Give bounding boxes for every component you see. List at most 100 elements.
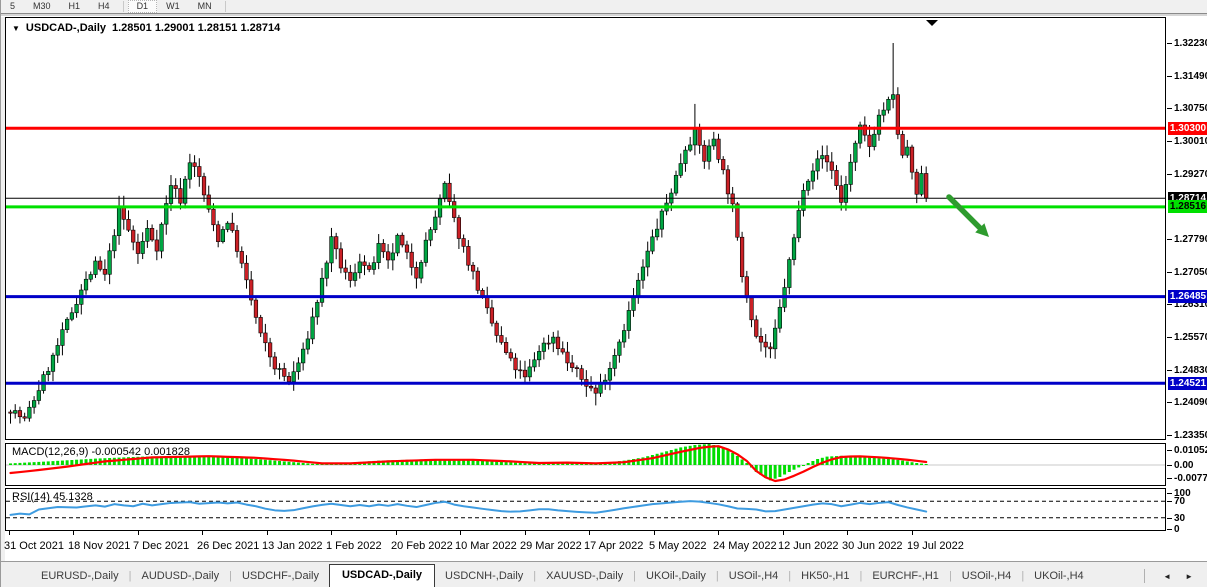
macd-histogram-bar (490, 461, 493, 465)
tab-xauusd-daily[interactable]: XAUUSD-,Daily (536, 566, 633, 587)
candle-body (537, 351, 541, 359)
timeframe-button-5[interactable]: 5 (1, 0, 24, 13)
price-tick (1167, 43, 1172, 44)
candle-body (566, 352, 570, 363)
macd-histogram-bar (28, 462, 31, 465)
symbol-dropdown-icon[interactable]: ▼ (12, 24, 20, 33)
main-chart-panel[interactable]: ▼ USDCAD-,Daily 1.28501 1.29001 1.28151 … (5, 17, 1166, 440)
tab-usdchf-daily[interactable]: USDCHF-,Daily (232, 566, 329, 587)
candle-body (495, 323, 499, 335)
tab-usoil-h4[interactable]: USOil-,H4 (952, 566, 1022, 587)
tab-usdcnh-daily[interactable]: USDCNH-,Daily (435, 566, 533, 587)
candle-body (367, 266, 371, 270)
date-axis[interactable]: 31 Oct 202118 Nov 20217 Dec 202126 Dec 2… (5, 531, 1166, 561)
macd-histogram-bar (250, 459, 253, 465)
candle-body (707, 146, 711, 161)
macd-histogram-bar (797, 465, 800, 467)
rsi-axis-label: 30 (1174, 513, 1185, 524)
candle-body (264, 333, 268, 343)
rsi-indicator-panel[interactable]: RSI(14) 45.1328 (5, 488, 1166, 531)
tab-ukoil-daily[interactable]: UKOil-,Daily (636, 566, 716, 587)
macd-indicator-panel[interactable]: MACD(12,26,9) -0.000542 0.001828 (5, 443, 1166, 486)
candle-body (400, 235, 404, 245)
tab-hk50-h1[interactable]: HK50-,H1 (791, 566, 859, 587)
tab-ukoil-h4[interactable]: UKOil-,H4 (1024, 566, 1094, 587)
price-tick-label: 1.32230 (1174, 38, 1207, 49)
timeframe-button-h1[interactable]: H1 (60, 0, 90, 13)
timeframe-button-mn[interactable]: MN (189, 0, 221, 13)
macd-histogram-bar (264, 460, 267, 465)
macd-histogram-bar (254, 459, 257, 465)
tab-eurchf-h1[interactable]: EURCHF-,H1 (862, 566, 949, 587)
tab-eurusd-daily[interactable]: EURUSD-,Daily (31, 566, 129, 587)
macd-histogram-bar (717, 446, 720, 465)
candle-body (688, 145, 692, 150)
tab-usoil-h4[interactable]: USOil-,H4 (719, 566, 789, 587)
macd-histogram-bar (217, 457, 220, 465)
candle-body (117, 206, 121, 236)
price-tick (1167, 402, 1172, 403)
price-tick (1167, 272, 1172, 273)
macd-histogram-bar (245, 458, 248, 465)
timeframe-button-m30[interactable]: M30 (24, 0, 60, 13)
tab-scroll-left-icon[interactable]: ◄ (1163, 572, 1171, 581)
candle-body (509, 353, 513, 358)
timeframe-button-h4[interactable]: H4 (89, 0, 119, 13)
date-label: 19 Jul 2022 (907, 540, 964, 552)
rsi-line (11, 501, 927, 515)
macd-histogram-bar (915, 463, 918, 465)
date-tick (202, 531, 203, 535)
candle-body (839, 186, 843, 203)
candle-body (721, 159, 725, 169)
trend-arrow-shaft (949, 197, 980, 228)
candle-body (651, 237, 655, 251)
date-tick (718, 531, 719, 535)
candle-body (717, 139, 721, 159)
macd-histogram-bar (684, 447, 687, 465)
candle-body (339, 249, 343, 268)
macd-histogram-bar (896, 460, 899, 465)
candle-body (891, 95, 895, 100)
candle-body (108, 251, 112, 274)
macd-histogram-bar (56, 461, 59, 465)
candle-body (750, 298, 754, 320)
price-tick (1167, 108, 1172, 109)
tab-scroll-right-icon[interactable]: ► (1185, 572, 1193, 581)
timeframe-button-d1[interactable]: D1 (128, 0, 158, 13)
candle-body (216, 225, 220, 242)
macd-histogram-bar (42, 462, 45, 465)
candle-body (155, 240, 159, 251)
candle-body (273, 357, 277, 369)
macd-canvas (6, 444, 1165, 485)
candle-body (792, 238, 796, 260)
price-tick (1167, 239, 1172, 240)
candle-body (443, 183, 447, 199)
candle-body (773, 328, 777, 349)
candle-body (518, 370, 522, 371)
current-bar-marker-icon[interactable] (926, 20, 938, 26)
tab-usdcad-daily[interactable]: USDCAD-,Daily (329, 564, 435, 587)
price-axis[interactable]: 1.322301.314901.307501.300101.292701.277… (1167, 17, 1207, 560)
macd-histogram-bar (736, 456, 739, 465)
candle-body (849, 162, 853, 184)
candle-body (882, 110, 886, 115)
candle-body (684, 150, 688, 163)
tab-audusd-daily[interactable]: AUDUSD-,Daily (131, 566, 229, 587)
candle-body (462, 239, 466, 247)
candle-body (179, 189, 183, 204)
rsi-axis-tick (1167, 518, 1172, 519)
candle-body (424, 240, 428, 262)
timeframe-button-w1[interactable]: W1 (157, 0, 189, 13)
macd-histogram-bar (231, 457, 234, 465)
rsi-axis-tick (1167, 493, 1172, 494)
candle-body (523, 370, 527, 377)
candle-body (131, 230, 135, 242)
trend-arrow-annotation[interactable] (949, 197, 989, 237)
macd-histogram-bar (311, 464, 314, 465)
candle-body (32, 400, 36, 407)
candle-body (372, 263, 376, 270)
price-badge-1.30300: 1.30300 (1168, 122, 1207, 135)
candle-body (23, 417, 27, 418)
candle-body (75, 304, 79, 312)
candle-body (533, 360, 537, 367)
